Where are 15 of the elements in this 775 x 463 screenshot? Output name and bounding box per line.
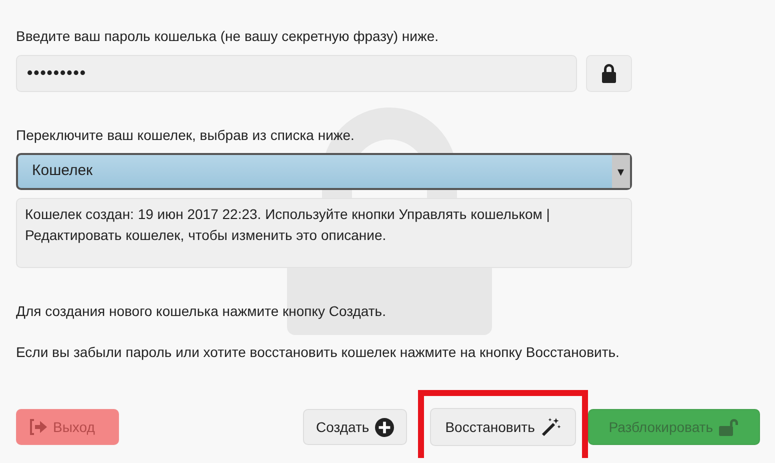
field-label: Переключите ваш кошелек, выбрав из списка ниже. xyxy=(16,126,356,145)
wallet-dropdown[interactable]: Кошелек ▾ xyxy=(16,153,632,190)
description-box: Кошелек создан: 19 июн 2017 22:23. Используйте кнопки Управлять кошельком | Редактировать кошелек, чтобы изменить это описание. xyxy=(16,198,632,268)
password-field[interactable]: ••••••••• xyxy=(16,55,577,92)
lock-button[interactable] xyxy=(586,55,632,92)
plus-icon xyxy=(375,418,394,436)
restore-button[interactable]: Восстановить xyxy=(430,408,576,446)
exit-icon xyxy=(29,419,47,435)
field-label: Введите ваш пароль кошелька (не вашу секретную фразу) ниже. xyxy=(16,27,440,46)
hint-text: Для создания нового кошелька нажмите кнопку Создать. xyxy=(16,302,387,321)
create-button[interactable]: Создать xyxy=(303,409,408,445)
hint-text: Если вы забыли пароль или хотите восстановить кошелек нажмите на кнопку Восстановить. xyxy=(16,343,620,362)
magic-wand-icon xyxy=(540,417,561,437)
unlock-icon xyxy=(719,418,739,436)
lock-icon xyxy=(601,64,617,83)
